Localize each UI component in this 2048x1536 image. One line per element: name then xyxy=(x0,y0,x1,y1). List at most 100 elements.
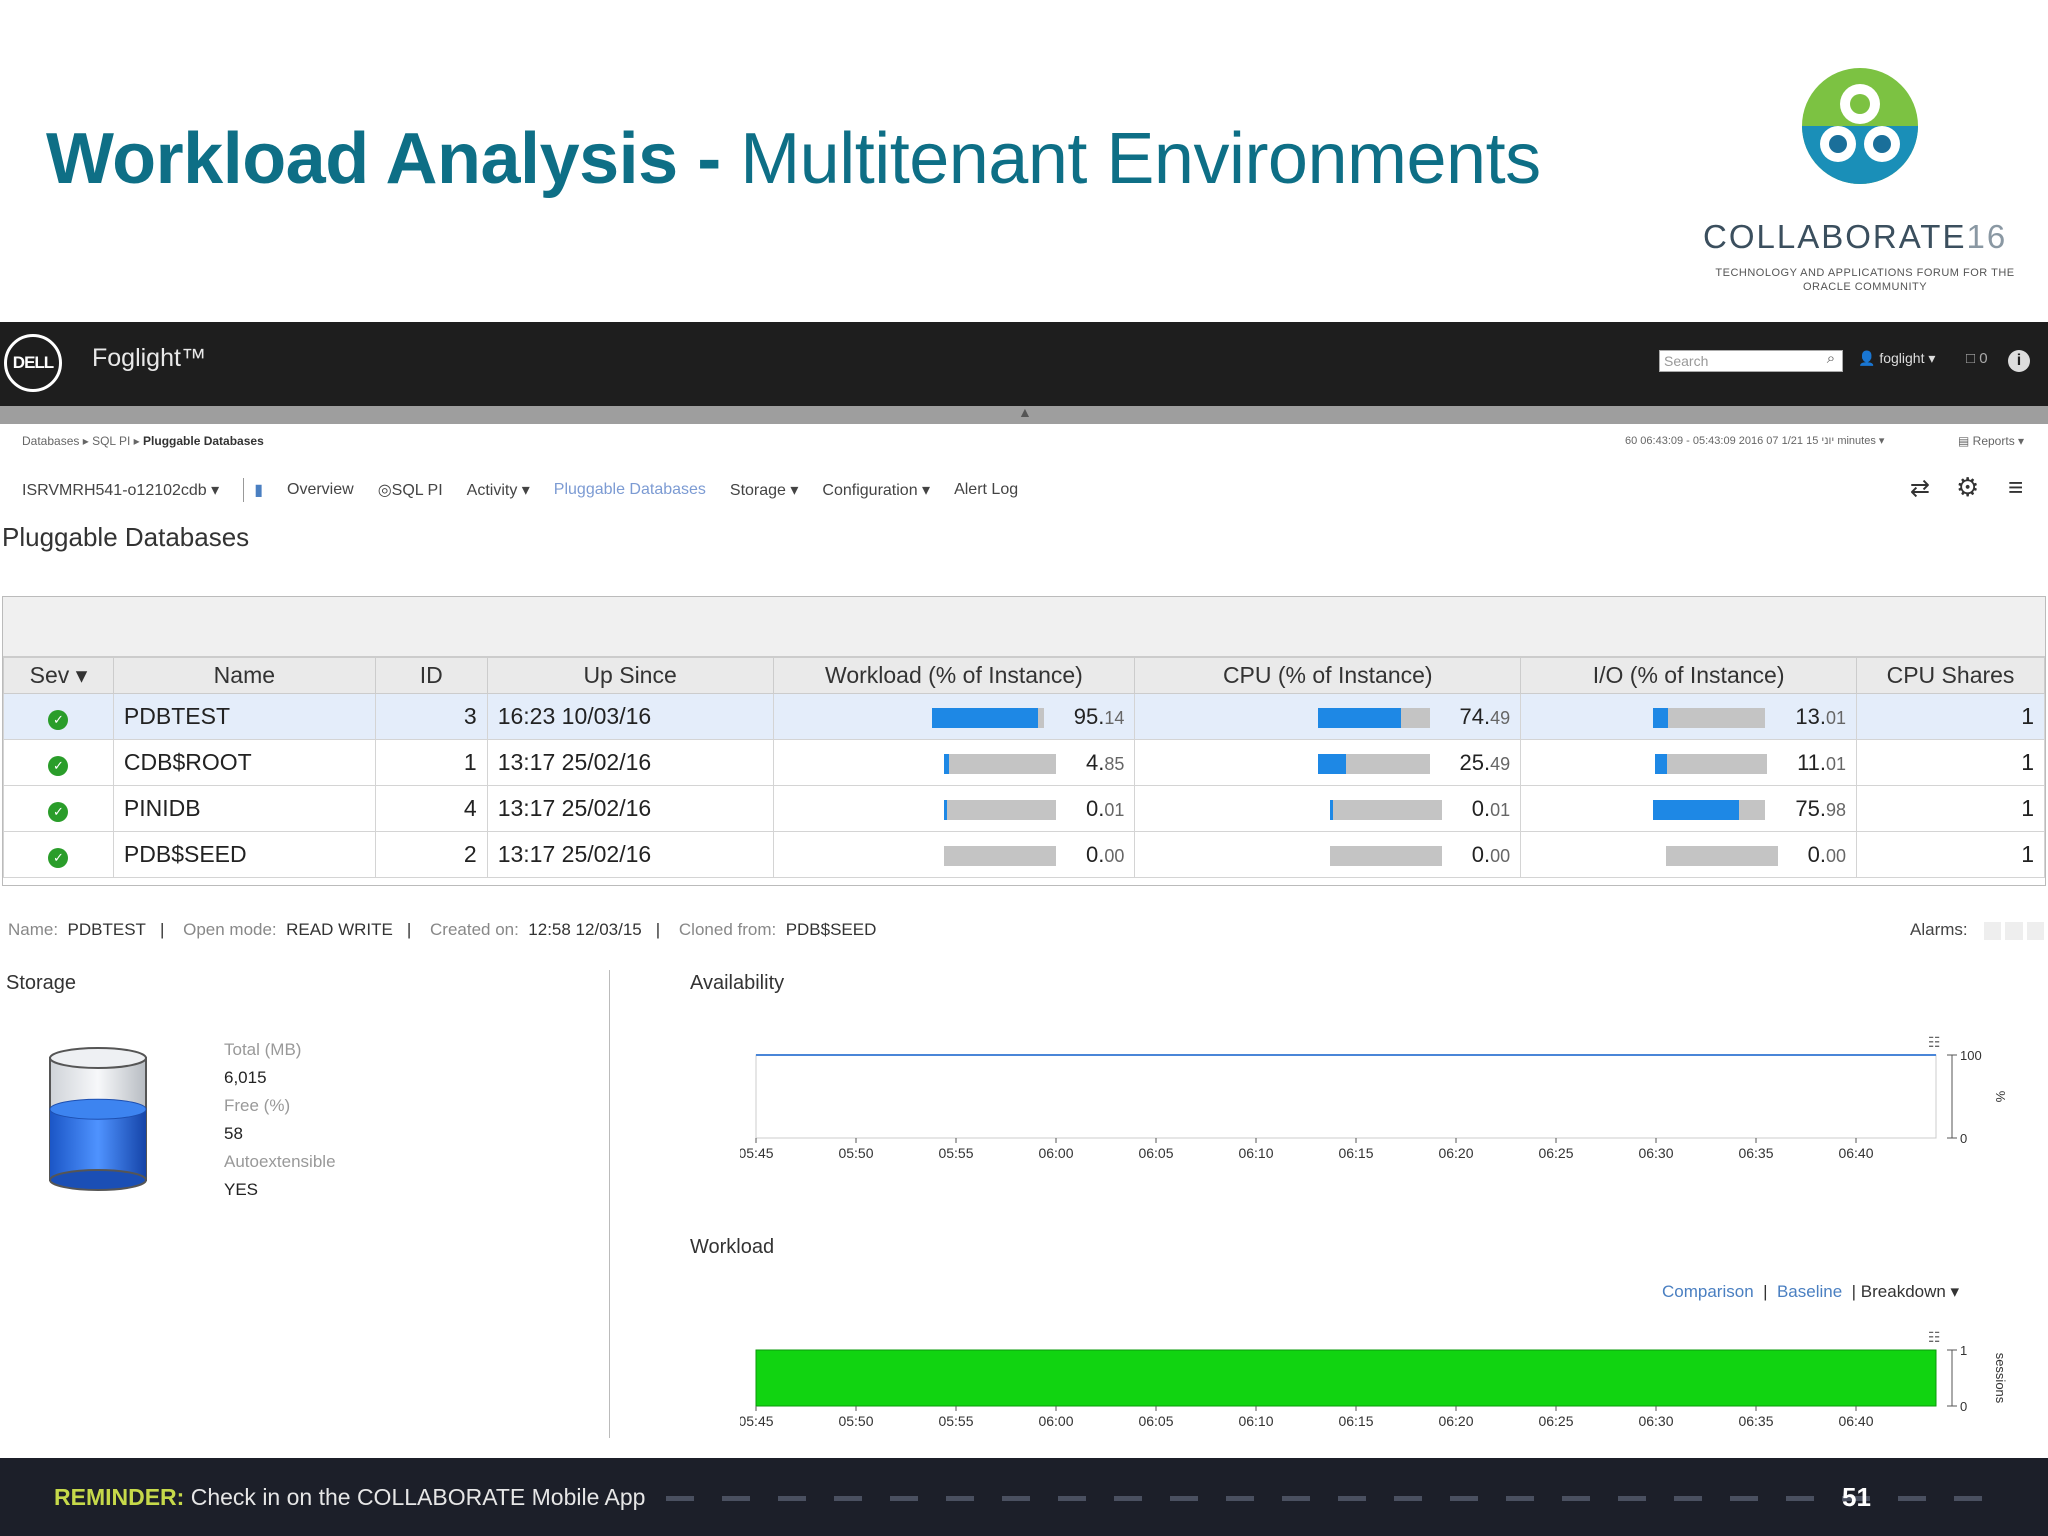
info-cloned-from: PDB$SEED xyxy=(785,920,877,939)
io-value: 75.98 xyxy=(1795,796,1847,821)
gear-icon[interactable]: ⚙ xyxy=(1956,472,1979,503)
search-icon[interactable]: ⌕ xyxy=(1820,350,1842,372)
sev-cell: ✓ xyxy=(3,739,114,786)
time-range-selector[interactable]: 60 06:43:09 - 05:43:09 2016 יוני 15 1/21… xyxy=(1625,434,1884,447)
banner-dash xyxy=(1506,1496,1534,1501)
banner-dash xyxy=(1618,1496,1646,1501)
cpu-value: 74.49 xyxy=(1459,704,1511,729)
column-header-io[interactable]: I/O (% of Instance) xyxy=(1520,657,1858,694)
breadcrumb-databases[interactable]: Databases xyxy=(22,434,79,448)
x-tick-label: 05:45 xyxy=(740,1145,774,1161)
instance-selector[interactable]: ISRVMRH541-o12102cdb ▾ xyxy=(22,480,219,500)
y-tick-label: 0 xyxy=(1960,1399,1967,1414)
workload-cell: 0.00 xyxy=(772,831,1136,878)
cpu-value: 0.01 xyxy=(1471,796,1511,821)
banner-dash xyxy=(1730,1496,1758,1501)
table-row[interactable]: ✓ PDB$SEED 2 13:17 25/02/16 0.00 0.00 0.00 1 xyxy=(3,831,2045,878)
storage-auto-label: Autoextensible xyxy=(224,1152,336,1171)
collapse-arrow-icon[interactable]: ▲ xyxy=(1018,404,1032,420)
sql-pi-icon: ◎ xyxy=(377,482,392,499)
info-icon[interactable]: i xyxy=(2008,350,2030,372)
refresh-icon[interactable]: ⇄ xyxy=(1910,474,1930,503)
name-cell: CDB$ROOT xyxy=(112,739,376,786)
y-tick-label: 1 xyxy=(1960,1343,1967,1358)
tab-configuration[interactable]: Configuration ▾ xyxy=(822,480,930,500)
menu-icon[interactable]: ≡ xyxy=(2008,472,2023,503)
logo-tagline: TECHNOLOGY AND APPLICATIONS FORUM FOR TH… xyxy=(1715,267,2015,293)
column-header-up-since[interactable]: Up Since xyxy=(486,657,774,694)
reports-button[interactable]: ▤ Reports ▾ xyxy=(1958,434,2024,448)
workload-cell: 4.85 xyxy=(772,739,1136,786)
column-header-cpu-shares[interactable]: CPU Shares xyxy=(1856,657,2045,694)
io-value: 0.00 xyxy=(1807,842,1847,867)
io-bar xyxy=(1665,845,1778,866)
breadcrumb-sql-pi[interactable]: SQL PI xyxy=(92,434,130,448)
banner-dash xyxy=(722,1496,750,1501)
io-value: 13.01 xyxy=(1795,704,1847,729)
storage-free-label: Free (%) xyxy=(224,1096,291,1115)
table-row[interactable]: ✓ CDB$ROOT 1 13:17 25/02/16 4.85 25.49 11.01 1 xyxy=(3,739,2045,786)
tab-sql-pi[interactable]: ◎SQL PI xyxy=(378,480,443,500)
column-header-workload[interactable]: Workload (% of Instance) xyxy=(772,657,1136,694)
x-tick-label: 06:00 xyxy=(1038,1413,1073,1429)
status-ok-icon: ✓ xyxy=(48,848,69,868)
column-header-id[interactable]: ID xyxy=(374,657,488,694)
cpu-cell: 25.49 xyxy=(1134,739,1522,786)
database-icon[interactable]: ▮ xyxy=(254,480,263,500)
nav-bar: ISRVMRH541-o12102cdb ▾ ▮ Overview ◎SQL P… xyxy=(22,478,1042,502)
storage-cylinder-icon xyxy=(49,1047,147,1191)
workload-chart-title: Workload xyxy=(690,1236,775,1258)
name-cell: PDBTEST xyxy=(112,693,376,740)
x-tick-label: 06:15 xyxy=(1338,1413,1373,1429)
workload-value: 95.14 xyxy=(1073,704,1125,729)
table-row[interactable]: ✓ PDBTEST 3 16:23 10/03/16 95.14 74.49 13.01 1 xyxy=(3,693,2045,740)
reminder-text: REMINDER: Check in on the COLLABORATE Mo… xyxy=(54,1484,646,1510)
reports-icon: ▤ xyxy=(1958,434,1973,448)
banner-dash xyxy=(666,1496,694,1501)
comparison-link[interactable]: Comparison xyxy=(1662,1282,1754,1301)
column-header-cpu[interactable]: CPU (% of Instance) xyxy=(1134,657,1522,694)
table-header-row: Sev ▾ Name ID Up Since Workload (% of In… xyxy=(3,657,2045,694)
breakdown-dropdown[interactable]: Breakdown ▾ xyxy=(1861,1282,1959,1301)
tab-storage[interactable]: Storage ▾ xyxy=(730,480,799,500)
availability-chart: 05:45 05:50 05:55 06:00 06:05 06:10 06:15 06:20… xyxy=(740,1035,2008,1161)
selected-db-info-bar: Name: PDBTEST | Open mode: READ WRITE | Cr… xyxy=(8,920,877,939)
banner-dash xyxy=(1394,1496,1422,1501)
io-bar xyxy=(1653,799,1766,820)
tab-pluggable-databases[interactable]: Pluggable Databases xyxy=(554,481,706,499)
io-cell: 75.98 xyxy=(1520,785,1858,832)
search-input[interactable]: Search xyxy=(1659,350,1843,372)
banner-dash xyxy=(1338,1496,1366,1501)
baseline-link[interactable]: Baseline xyxy=(1777,1282,1842,1301)
workload-chart: 05:45 05:50 05:55 06:00 06:05 06:10 06:15 06:20… xyxy=(740,1330,2008,1429)
banner-dash xyxy=(1898,1496,1926,1501)
chat-icon[interactable]: □ 0 xyxy=(1966,350,1988,367)
workload-links: Comparison | Baseline | Breakdown ▾ xyxy=(1662,1282,1960,1301)
user-menu[interactable]: 👤 foglight ▾ xyxy=(1858,350,1935,367)
cpu-value: 25.49 xyxy=(1459,750,1511,775)
status-ok-icon: ✓ xyxy=(48,756,69,776)
tab-overview[interactable]: Overview xyxy=(287,481,354,499)
alarms-label: Alarms: xyxy=(1910,920,1968,939)
up-since-cell: 16:23 10/03/16 xyxy=(486,693,774,740)
id-cell: 2 xyxy=(374,831,488,878)
column-header-sev[interactable]: Sev ▾ xyxy=(3,657,114,694)
table-row[interactable]: ✓ PINIDB 4 13:17 25/02/16 0.01 0.01 75.98 1 xyxy=(3,785,2045,832)
column-header-name[interactable]: Name xyxy=(112,657,376,694)
tab-alert-log[interactable]: Alert Log xyxy=(954,481,1018,499)
banner-dash xyxy=(890,1496,918,1501)
workload-value: 0.01 xyxy=(1085,796,1125,821)
banner-dash xyxy=(1002,1496,1030,1501)
pluggable-db-table: Sev ▾ Name ID Up Since Workload (% of In… xyxy=(2,596,2046,886)
storage-auto-value: YES xyxy=(224,1180,259,1199)
x-tick-label: 05:50 xyxy=(838,1145,873,1161)
banner-dash xyxy=(1674,1496,1702,1501)
x-tick-label: 06:05 xyxy=(1138,1145,1173,1161)
alarms-indicators[interactable] xyxy=(1984,922,2044,940)
tab-activity[interactable]: Activity ▾ xyxy=(467,480,530,500)
banner-dash xyxy=(1786,1496,1814,1501)
page-number: 51 xyxy=(1842,1482,1871,1512)
cpu-shares-cell: 1 xyxy=(1856,785,2045,832)
x-tick-label: 06:25 xyxy=(1538,1145,1573,1161)
table-toolbar xyxy=(3,597,2045,657)
